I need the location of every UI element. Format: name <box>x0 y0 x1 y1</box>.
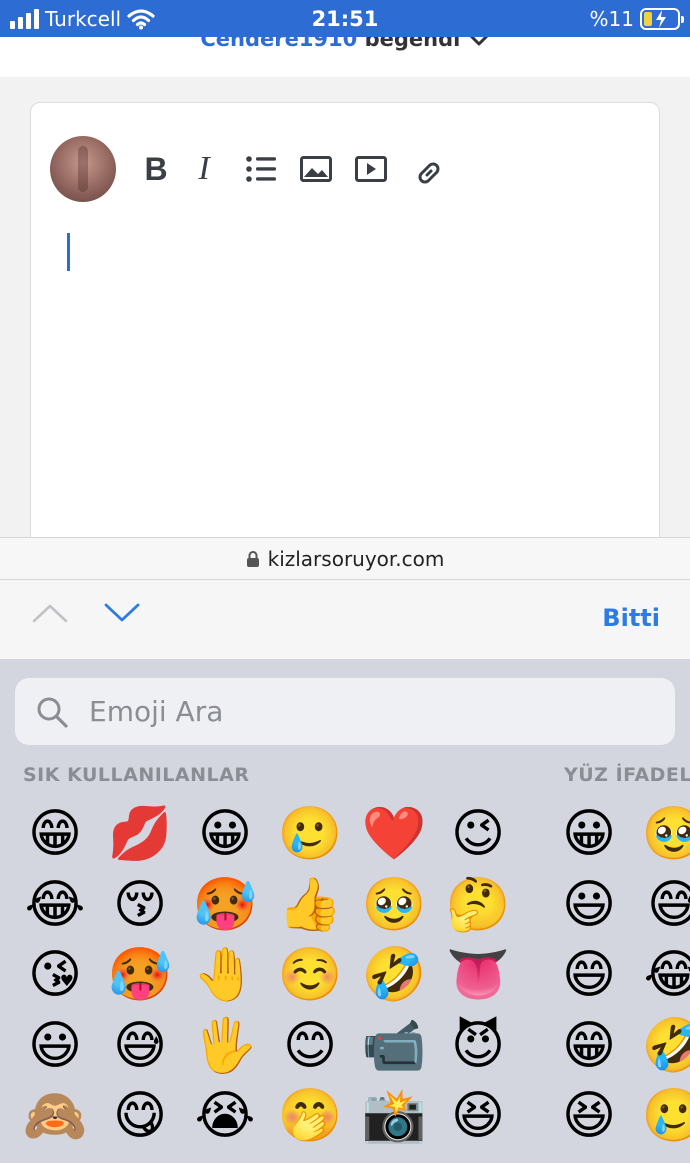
frequent-emoji-key[interactable]: 😆 <box>443 1081 513 1151</box>
faces-emoji-key[interactable]: 😅 <box>639 870 690 940</box>
faces-emoji-key[interactable]: 😀 <box>554 799 624 869</box>
frequent-emoji-key[interactable]: 👅 <box>443 940 513 1010</box>
battery-charging-icon <box>640 7 684 30</box>
frequent-emoji-key[interactable]: 🥲 <box>275 799 345 869</box>
frequent-emoji-key[interactable]: 🤔 <box>443 870 513 940</box>
search-icon <box>37 697 68 728</box>
emoji-search-input[interactable]: Emoji Ara <box>15 678 675 745</box>
lock-icon <box>246 550 259 567</box>
frequent-emoji-key[interactable]: 💋 <box>105 799 175 869</box>
liked-verb: beğendi <box>364 37 461 51</box>
image-icon[interactable] <box>298 151 334 187</box>
faces-emoji-key[interactable]: 😄 <box>554 940 624 1010</box>
category-frequent-label: SIK KULLANILANLAR <box>23 764 250 786</box>
chevron-down-icon[interactable] <box>468 37 490 47</box>
frequent-emoji-key[interactable]: 😘 <box>20 940 90 1010</box>
frequent-emoji-key[interactable]: 🤣 <box>359 940 429 1010</box>
faces-emoji-key[interactable]: 😁 <box>554 1011 624 1081</box>
frequent-emoji-key[interactable]: 😂 <box>20 870 90 940</box>
liked-user-link[interactable]: Cendere1910 <box>200 37 357 51</box>
frequent-emoji-key[interactable]: 🙈 <box>20 1081 90 1151</box>
status-bar: Turkcell 21:51 %11 <box>0 0 690 37</box>
category-faces-label: YÜZ İFADEL <box>564 764 690 786</box>
frequent-emoji-key[interactable]: 📸 <box>359 1081 429 1151</box>
faces-emoji-key[interactable]: 🥹 <box>639 799 690 869</box>
frequent-emoji-key[interactable]: 🥹 <box>359 870 429 940</box>
list-icon[interactable] <box>243 151 279 187</box>
faces-emoji-key[interactable]: 🤣 <box>639 1011 690 1081</box>
text-caret <box>67 233 70 271</box>
frequent-emoji-key[interactable]: 📹 <box>359 1011 429 1081</box>
frequent-emoji-key[interactable]: 🥵 <box>105 940 175 1010</box>
answer-editor[interactable]: B I <box>30 102 660 562</box>
frequent-emoji-key[interactable]: 🥵 <box>190 870 260 940</box>
faces-emoji-key[interactable]: 😆 <box>554 1081 624 1151</box>
frequent-emoji-key[interactable]: 😅 <box>105 1011 175 1081</box>
liked-by-line[interactable]: Cendere1910 beğendi <box>0 37 690 51</box>
frequent-emoji-key[interactable]: 😀 <box>190 799 260 869</box>
frequent-emoji-key[interactable]: 👍 <box>275 870 345 940</box>
italic-icon[interactable]: I <box>186 150 222 187</box>
clock: 21:51 <box>311 6 379 31</box>
frequent-emoji-key[interactable]: 🤚 <box>190 940 260 1010</box>
bold-icon[interactable]: B <box>138 151 174 187</box>
page-header-strip: Cendere1910 beğendi <box>0 37 690 77</box>
battery-percent: %11 <box>589 6 634 31</box>
frequent-emoji-key[interactable]: 🖐️ <box>190 1011 260 1081</box>
frequent-emoji-key[interactable]: 😃 <box>20 1011 90 1081</box>
status-right: %11 <box>589 0 684 37</box>
keyboard-accessory-bar: Bitti <box>0 579 690 659</box>
frequent-emoji-key[interactable]: 😈 <box>443 1011 513 1081</box>
frequent-emoji-key[interactable]: 😉 <box>443 799 513 869</box>
chevron-down-icon[interactable] <box>104 602 140 624</box>
frequent-emoji-key[interactable]: ☺️ <box>275 940 345 1010</box>
emoji-search-placeholder: Emoji Ara <box>89 695 224 728</box>
avatar <box>50 136 116 202</box>
emoji-keyboard: Emoji Ara SIK KULLANILANLAR YÜZ İFADEL 😁… <box>0 659 690 1163</box>
frequent-emoji-key[interactable]: 😁 <box>20 799 90 869</box>
frequent-emoji-key[interactable]: ❤️ <box>359 799 429 869</box>
url-domain: kizlarsoruyor.com <box>267 546 445 571</box>
frequent-emoji-key[interactable]: 😭 <box>190 1081 260 1151</box>
frequent-emoji-key[interactable]: 😚 <box>105 870 175 940</box>
done-button[interactable]: Bitti <box>602 604 660 632</box>
video-icon[interactable] <box>353 151 389 187</box>
frequent-emoji-key[interactable]: 😋 <box>105 1081 175 1151</box>
faces-emoji-key[interactable]: 😃 <box>554 870 624 940</box>
chevron-up-icon[interactable] <box>32 602 68 624</box>
frequent-emoji-key[interactable]: 🤭 <box>275 1081 345 1151</box>
faces-emoji-key[interactable]: 🥲 <box>639 1081 690 1151</box>
frequent-emoji-key[interactable]: 😊 <box>275 1011 345 1081</box>
faces-emoji-key[interactable]: 😂 <box>639 940 690 1010</box>
url-bar[interactable]: kizlarsoruyor.com <box>0 537 690 579</box>
link-icon[interactable] <box>411 155 447 191</box>
